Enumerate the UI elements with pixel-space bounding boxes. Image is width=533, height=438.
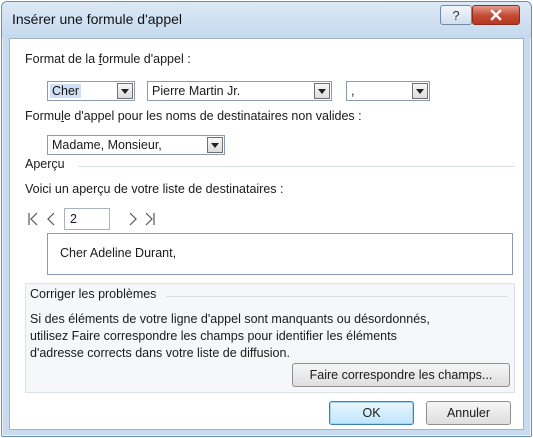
name-format-value: Pierre Martin Jr. bbox=[152, 84, 241, 98]
invalid-greeting-value: Madame, Monsieur, bbox=[52, 138, 162, 152]
fix-separator bbox=[166, 296, 508, 297]
help-icon: ? bbox=[452, 8, 459, 22]
greeting-value: Cher bbox=[50, 84, 82, 98]
next-record-icon[interactable] bbox=[127, 211, 139, 227]
invalid-label: Formule d'appel pour les noms de destina… bbox=[25, 109, 362, 123]
fix-problems-panel: Corriger les problèmes Si des éléments d… bbox=[25, 283, 515, 393]
fix-text-line-1: Si des éléments de votre ligne d'appel s… bbox=[30, 312, 430, 326]
fix-group-title: Corriger les problèmes bbox=[30, 287, 157, 301]
match-fields-button[interactable]: Faire correspondre les champs... bbox=[292, 363, 510, 387]
last-record-icon[interactable] bbox=[144, 211, 156, 227]
chevron-down-icon bbox=[121, 88, 129, 94]
preview-text: Cher Adeline Durant, bbox=[60, 246, 177, 260]
chevron-down-icon bbox=[211, 142, 219, 148]
cancel-button[interactable]: Annuler bbox=[426, 401, 511, 425]
greeting-combo[interactable]: Cher bbox=[47, 81, 135, 101]
help-button[interactable]: ? bbox=[440, 5, 472, 25]
ok-button[interactable]: OK bbox=[329, 401, 414, 425]
record-navigator: 2 bbox=[27, 208, 187, 230]
name-format-combo[interactable]: Pierre Martin Jr. bbox=[147, 81, 332, 101]
dialog-window: Insérer une formule d'appel ? Format de … bbox=[1, 1, 532, 437]
close-button[interactable] bbox=[472, 5, 520, 25]
svg-text:?: ? bbox=[452, 8, 459, 22]
name-format-dropdown-arrow[interactable] bbox=[314, 83, 330, 99]
punctuation-value: , bbox=[351, 84, 355, 98]
title-bar[interactable]: Insérer une formule d'appel ? bbox=[2, 2, 531, 38]
fix-text-line-3: d'adresse corrects dans votre liste de d… bbox=[30, 346, 290, 360]
fix-text-line-2: utilisez Faire correspondre les champs p… bbox=[30, 329, 397, 343]
punctuation-dropdown-arrow[interactable] bbox=[412, 83, 428, 99]
greeting-dropdown-arrow[interactable] bbox=[117, 83, 133, 99]
first-record-icon[interactable] bbox=[27, 211, 39, 227]
preview-group-title: Aperçu bbox=[25, 157, 65, 171]
dialog-body: Format de la formule d'appel : Cher Pier… bbox=[9, 38, 524, 430]
chevron-down-icon bbox=[416, 88, 424, 94]
preview-separator bbox=[78, 166, 515, 167]
preview-description: Voici un aperçu de votre liste de destin… bbox=[25, 182, 284, 196]
format-label: Format de la formule d'appel : bbox=[25, 52, 191, 66]
punctuation-combo[interactable]: , bbox=[346, 81, 430, 101]
invalid-greeting-dropdown-arrow[interactable] bbox=[207, 137, 223, 153]
record-number-input[interactable]: 2 bbox=[64, 208, 110, 230]
chevron-down-icon bbox=[318, 88, 326, 94]
dialog-title: Insérer une formule d'appel bbox=[12, 11, 182, 27]
invalid-greeting-combo[interactable]: Madame, Monsieur, bbox=[47, 135, 225, 155]
previous-record-icon[interactable] bbox=[45, 211, 57, 227]
close-icon bbox=[490, 9, 502, 21]
preview-box: Cher Adeline Durant, bbox=[47, 233, 513, 275]
